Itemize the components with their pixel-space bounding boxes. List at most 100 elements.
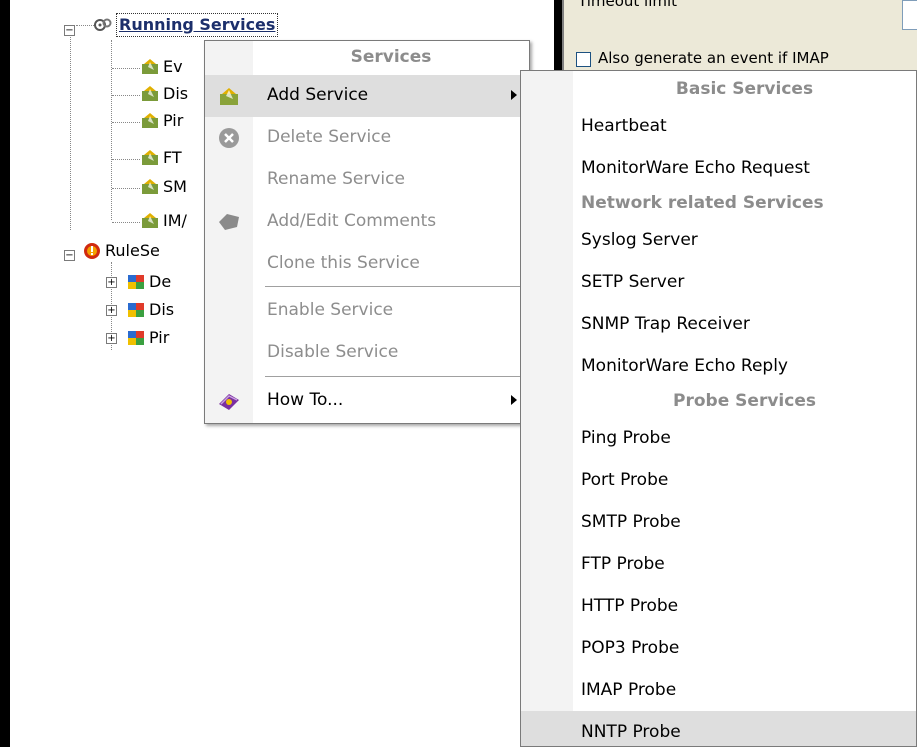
service-icon (142, 213, 158, 228)
menu-separator (265, 376, 523, 377)
submenu-label: Syslog Server (581, 230, 698, 250)
tree-connector (112, 122, 140, 123)
submenu-arrow-icon (511, 90, 517, 100)
also-generate-checkbox[interactable] (576, 52, 591, 67)
submenu-label: MonitorWare Echo Request (581, 158, 810, 178)
submenu-item-ping-probe[interactable]: Ping Probe (521, 417, 916, 459)
add-service-submenu: Basic Services Heartbeat MonitorWare Ech… (520, 70, 917, 747)
tree-label-ruleset: Pir (149, 328, 170, 347)
submenu-item-imap-probe[interactable]: IMAP Probe (521, 669, 916, 711)
tree-label-service: Ev (163, 57, 183, 76)
ruleset-alert-icon (84, 243, 100, 259)
comment-icon (219, 214, 239, 230)
submenu-arrow-icon (511, 395, 517, 405)
menu-label: Clone this Service (267, 253, 420, 273)
menu-item-how-to[interactable]: How To... (205, 380, 529, 422)
ruleset-icon (128, 331, 144, 345)
submenu-label: Ping Probe (581, 428, 671, 448)
timeout-label: Timeout limit (578, 0, 678, 10)
menu-item-clone-service[interactable]: Clone this Service (205, 243, 529, 285)
submenu-label: Port Probe (581, 470, 669, 490)
ruleset-icon (128, 303, 144, 317)
submenu-label: HTTP Probe (581, 596, 679, 616)
tree-node-service-4[interactable]: FT (140, 147, 182, 169)
tree-label-service: FT (163, 148, 182, 167)
tree-node-service-2[interactable]: Dis (140, 83, 188, 105)
help-book-icon (219, 394, 239, 410)
submenu-label: IMAP Probe (581, 680, 677, 700)
tree-node-rulesets[interactable]: RuleSe (82, 240, 160, 262)
expand-ruleset[interactable]: + (106, 333, 117, 344)
menu-item-rename-service[interactable]: Rename Service (205, 159, 529, 201)
menu-item-delete-service[interactable]: Delete Service (205, 117, 529, 159)
submenu-label: SNMP Trap Receiver (581, 314, 750, 334)
ruleset-icon (128, 275, 144, 289)
menu-label: Disable Service (267, 342, 399, 362)
tree-node-ruleset-2[interactable]: Dis (126, 299, 174, 321)
tree-node-service-5[interactable]: SM (140, 176, 187, 198)
menu-item-enable-service[interactable]: Enable Service (205, 290, 529, 332)
service-icon (142, 86, 158, 101)
tree-label-service: SM (163, 177, 187, 196)
submenu-item-pop3-probe[interactable]: POP3 Probe (521, 627, 916, 669)
menu-label: Add/Edit Comments (267, 211, 437, 231)
network-services-header: Network related Services (581, 193, 824, 213)
submenu-item-smtp-probe[interactable]: SMTP Probe (521, 501, 916, 543)
submenu-item-nntp-probe[interactable]: NNTP Probe (521, 711, 916, 746)
submenu-item-ftp-probe[interactable]: FTP Probe (521, 543, 916, 585)
probe-services-header: Probe Services (673, 391, 816, 411)
menu-item-add-service[interactable]: Add Service (205, 75, 529, 117)
tree-label-service: IM/ (163, 211, 187, 230)
submenu-item-setp-server[interactable]: SETP Server (521, 261, 916, 303)
delete-icon (219, 128, 239, 148)
menu-item-disable-service[interactable]: Disable Service (205, 332, 529, 374)
submenu-label: SMTP Probe (581, 512, 681, 532)
tree-node-service-3[interactable]: Pir (140, 110, 183, 132)
tree-label-ruleset: Dis (149, 300, 175, 319)
tree-connector (112, 188, 140, 189)
submenu-label: NNTP Probe (581, 722, 681, 742)
menu-item-add-edit-comments[interactable]: Add/Edit Comments (205, 201, 529, 243)
collapse-rulesets[interactable]: − (64, 250, 75, 261)
submenu-item-snmp-trap-receiver[interactable]: SNMP Trap Receiver (521, 303, 916, 345)
tree-label-running-services: Running Services (116, 13, 279, 37)
menu-title: Services (350, 47, 432, 67)
submenu-item-echo-reply[interactable]: MonitorWare Echo Reply (521, 345, 916, 387)
service-icon (142, 59, 158, 74)
tree-label-rulesets: RuleSe (105, 241, 160, 260)
service-icon (142, 179, 158, 194)
menu-label: Rename Service (267, 169, 405, 189)
menu-label: Enable Service (267, 300, 394, 320)
submenu-item-port-probe[interactable]: Port Probe (521, 459, 916, 501)
service-icon (142, 150, 158, 165)
tree-label-service: Dis (163, 84, 189, 103)
tree-node-service-1[interactable]: Ev (140, 56, 183, 78)
menu-separator (265, 286, 523, 287)
tree-node-ruleset-1[interactable]: De (126, 271, 171, 293)
basic-services-header: Basic Services (675, 79, 814, 99)
timeout-input[interactable] (902, 0, 917, 30)
tree-connector (70, 35, 71, 230)
also-generate-label: Also generate an event if IMAP (598, 49, 829, 67)
submenu-item-syslog-server[interactable]: Syslog Server (521, 219, 916, 261)
menu-label: Add Service (267, 85, 369, 105)
services-context-menu: Services Add Service Delete Service Rena… (204, 40, 530, 424)
tree-node-running-services[interactable]: Running Services (93, 13, 279, 37)
tree-node-service-6[interactable]: IM/ (140, 210, 187, 232)
tree-connector (112, 222, 140, 223)
submenu-item-echo-request[interactable]: MonitorWare Echo Request (521, 147, 916, 189)
tree-connector (76, 25, 94, 26)
collapse-running-services[interactable]: − (64, 25, 75, 36)
submenu-item-heartbeat[interactable]: Heartbeat (521, 105, 916, 147)
submenu-item-http-probe[interactable]: HTTP Probe (521, 585, 916, 627)
submenu-label: SETP Server (581, 272, 685, 292)
add-service-icon (220, 88, 238, 105)
submenu-label: MonitorWare Echo Reply (581, 356, 788, 376)
tree-label-ruleset: De (149, 272, 172, 291)
tree-node-ruleset-3[interactable]: Pir (126, 327, 169, 349)
service-icon (142, 113, 158, 128)
expand-ruleset[interactable]: + (106, 305, 117, 316)
expand-ruleset[interactable]: + (106, 277, 117, 288)
tree-label-service: Pir (163, 111, 184, 130)
menu-label: Delete Service (267, 127, 392, 147)
